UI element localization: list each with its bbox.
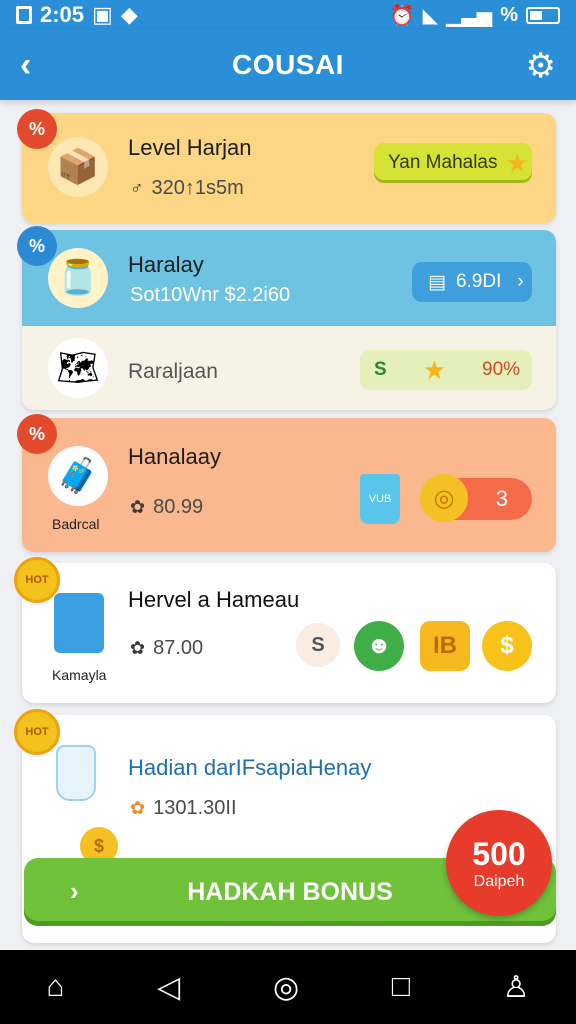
star-icon: ★ [422, 354, 446, 385]
chevron-right-icon: › [517, 271, 524, 292]
promo-icon: HOT [14, 557, 60, 603]
coin-icon: ♂ [130, 178, 144, 198]
pill-label: Yan Mahalas [388, 152, 498, 173]
card-subtitle: 1301.30II [153, 797, 237, 819]
bonus-label: HADKAH BONUS [187, 877, 393, 906]
card-hanalaay[interactable]: % 🧳 Badrcal Hanalaay ✿ 80.99 VUB ◎ 3 [17, 414, 556, 552]
coin-icon: ◎ [420, 474, 468, 522]
list-icon: ▤ [428, 271, 446, 293]
card-title: Raraljaan [128, 360, 218, 383]
card-subtitle: 80.99 [153, 496, 204, 518]
reward-pill[interactable]: S ★ 90% [360, 350, 532, 390]
battery-icon [526, 6, 560, 24]
flower-icon: ✿ [130, 798, 146, 818]
count-pill[interactable]: ◎ 3 [420, 474, 532, 522]
pill-label: 6.9DI [455, 271, 502, 292]
dollar-coin[interactable]: $ [482, 621, 532, 671]
person-icon[interactable]: ♙ [503, 970, 530, 1005]
promo-icon: HOT [14, 709, 60, 755]
box-icon: 🧳 [48, 446, 108, 506]
jar-icon: 🫙 [48, 248, 108, 308]
circle-icon[interactable]: ◎ [273, 970, 299, 1005]
app-header: ‹ COUSAI ⚙ [0, 30, 576, 100]
wifi-icon: ◣ [422, 4, 439, 27]
card-level[interactable]: % 📦 Level Harjan ♂ 320↑1s5m Yan Mahalas … [17, 109, 556, 223]
system-nav-bar: ⌂ ◁ ◎ □ ♙ [0, 950, 576, 1024]
status-time: 2:05 [40, 2, 85, 27]
thumb-label: Badrcal [52, 516, 100, 532]
page-title: COUSAI [232, 49, 344, 80]
thumb-label: Kamayla [52, 667, 107, 683]
bucket-label: VUB [368, 493, 392, 505]
bucket-icon: VUB [360, 474, 400, 524]
action-pill[interactable]: Yan Mahalas ★ [374, 143, 532, 183]
discount-icon: % [17, 226, 57, 266]
ib-coin[interactable]: IB [420, 621, 470, 671]
card-subtitle: Sot10Wnr $2.2i60 [130, 284, 291, 306]
square-icon[interactable]: □ [392, 970, 410, 1004]
cloud-icon: ◆ [120, 2, 138, 27]
chevron-left-icon[interactable]: ‹ [20, 46, 31, 85]
image-icon: ▣ [92, 2, 113, 27]
gear-small-icon: ✿ [130, 638, 146, 658]
gear-icon[interactable]: ⚙ [526, 46, 556, 86]
signal-icon: ▁▃▅ [446, 4, 493, 27]
home-icon[interactable]: ⌂ [46, 970, 64, 1004]
card-haralay[interactable]: % 🫙 Haralay Sot10Wnr $2.2i60 ▤ 6.9DI › [17, 226, 556, 326]
card-title: Hanalaay [128, 444, 221, 469]
count-value: 3 [495, 486, 508, 511]
card-title: Haralay [128, 252, 204, 277]
amount-button[interactable]: ▤ 6.9DI › [412, 262, 532, 302]
card-title: Hervel a Hameau [128, 587, 300, 612]
card-hervel[interactable]: HOT Kamayla Hervel a Hameau ✿ 87.00 S ☻ … [14, 557, 556, 703]
face-coin[interactable]: ☻ [354, 621, 404, 671]
card-title: Level Harjan [128, 135, 252, 160]
lock-bag-icon [54, 593, 104, 653]
badge-value: 500 [472, 835, 526, 872]
gear-small-icon: ✿ [130, 497, 146, 517]
sale-icon: % [17, 414, 57, 454]
battery-percent: % [500, 3, 518, 26]
s-coin[interactable]: S [296, 623, 340, 667]
badge-icon: % [17, 109, 57, 149]
badge-label: Daipeh [473, 872, 525, 890]
back-triangle-icon[interactable]: ◁ [157, 970, 180, 1005]
status-bar: 2:05 ▣ ◆ ⏰ ◣ ▁▃▅ % [0, 0, 576, 30]
card-subtitle: 320↑1s5m [151, 177, 244, 199]
card-subtitle: 87.00 [153, 637, 204, 659]
notification-icon [16, 6, 32, 24]
map-icon: 🗺 [48, 338, 108, 398]
bonus-badge[interactable]: 500 Daipeh [446, 810, 552, 916]
chevron-right-icon: › [70, 876, 79, 906]
card-raraljaan[interactable]: 🗺 Raraljaan S ★ 90% [22, 326, 556, 410]
pill-percent: 90% [482, 359, 521, 380]
alarm-icon: ⏰ [389, 4, 415, 27]
card-title: Hadian darIFsapiaHenay [128, 755, 372, 780]
jar-icon [56, 745, 96, 801]
chest-icon: 📦 [48, 137, 108, 197]
star-icon: ★ [505, 147, 529, 178]
pill-s: S [374, 359, 387, 380]
